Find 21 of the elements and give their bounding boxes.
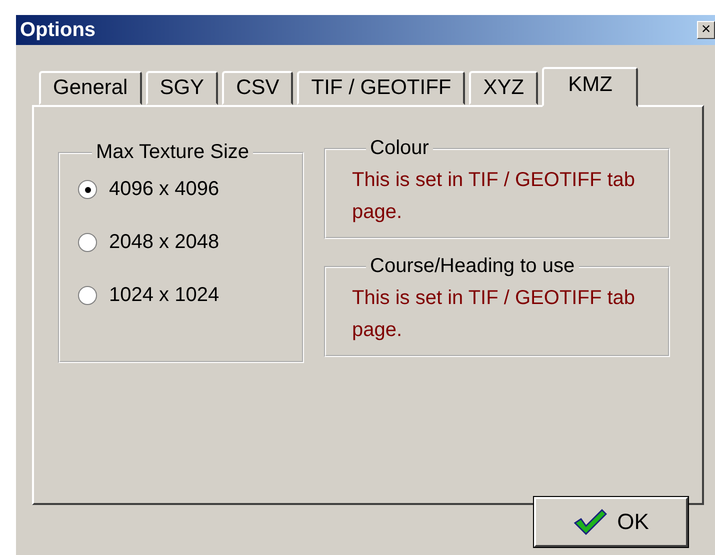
tab[interactable]: SGY	[146, 71, 218, 105]
group-title: Max Texture Size	[95, 141, 250, 164]
info-message: This is set in TIF / GEOTIFF tab page.	[352, 168, 636, 225]
close-button[interactable]: ×	[697, 21, 715, 39]
tab[interactable]: KMZ	[542, 67, 638, 107]
radio-button[interactable]	[78, 233, 97, 252]
radio-option[interactable]: 2048 x 2048	[78, 231, 302, 254]
radio-option[interactable]: 1024 x 1024	[78, 284, 302, 307]
info-message: This is set in TIF / GEOTIFF tab page.	[352, 286, 636, 343]
tab[interactable]: TIF / GEOTIFF	[297, 71, 466, 105]
window-title: Options	[20, 18, 96, 42]
tab[interactable]: General	[39, 71, 142, 105]
ok-button[interactable]: OK	[534, 497, 688, 547]
tab[interactable]: CSV	[222, 71, 294, 105]
group-title: Colour	[369, 137, 430, 160]
group-title: Course/Heading to use	[369, 255, 576, 278]
radio-button[interactable]	[78, 180, 97, 199]
tab[interactable]: XYZ	[469, 71, 538, 105]
checkmark-icon	[573, 508, 608, 536]
radio-button[interactable]	[78, 286, 97, 305]
radio-option[interactable]: 4096 x 4096	[78, 178, 302, 201]
